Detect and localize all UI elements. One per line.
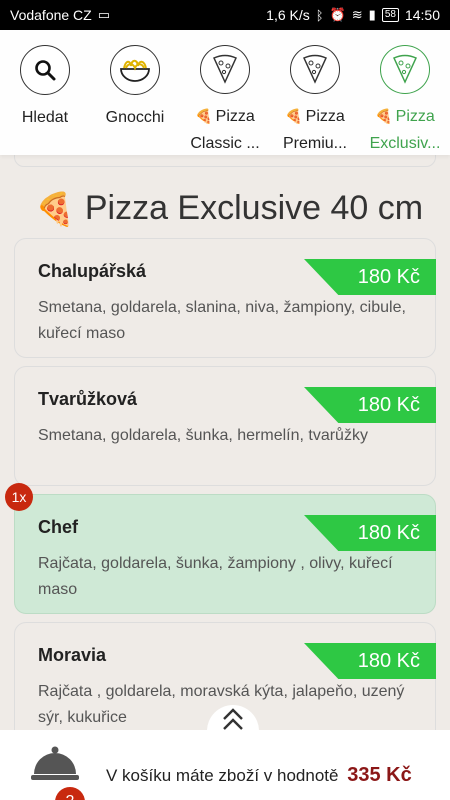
menu-list[interactable]: 🍕 Pizza Exclusive 40 cm Chalupářská 180 …	[0, 155, 450, 730]
item-description: Rajčata, goldarela, šunka, žampiony , ol…	[38, 555, 393, 598]
cart-cloche-icon	[31, 746, 79, 780]
search-icon	[20, 45, 70, 95]
category-label: 🍕 Pizza Premiu...	[282, 107, 347, 152]
quantity-badge: 1x	[5, 483, 33, 511]
pizza-emoji-icon: 🍕	[195, 107, 213, 124]
battery-level: 58	[381, 8, 399, 22]
cart-bar[interactable]: 2 V košíku máte zboží v hodnotě 335 Kč	[0, 730, 450, 800]
status-bar: Vodafone CZ ▭ 1,6 K/s ᛒ ⏰ ≋ ▮ 58 14:50	[0, 0, 450, 30]
item-price: 180 Kč	[304, 387, 436, 423]
wifi-icon: ≋	[351, 7, 363, 22]
network-speed: 1,6 K/s	[266, 7, 310, 23]
pizza-emoji-icon: 🍕	[35, 190, 75, 227]
item-name: Tvarůžková	[38, 389, 138, 409]
item-name: Chef	[38, 517, 78, 537]
category-pizza-exclusive[interactable]: 🍕 Pizza Exclusiv...	[360, 45, 450, 155]
signal-icon: ▮	[368, 7, 376, 22]
pizza-emoji-icon: 🍕	[375, 107, 393, 124]
pizza-slice-icon	[200, 45, 250, 94]
item-description: Smetana, goldarela, slanina, niva, žampi…	[38, 299, 406, 342]
cart-count-badge: 2	[55, 787, 85, 800]
alarm-icon: ⏰	[329, 7, 346, 22]
item-price: 180 Kč	[304, 259, 436, 295]
category-pizza-premium[interactable]: 🍕 Pizza Premiu...	[270, 45, 360, 155]
category-label: Hledat	[21, 109, 69, 126]
category-label: 🍕 Pizza Exclusiv...	[369, 107, 441, 152]
pizza-emoji-icon: 🍕	[285, 107, 303, 124]
category-search[interactable]: Hledat	[0, 45, 90, 155]
noodle-bowl-icon	[110, 45, 160, 95]
item-price: 180 Kč	[304, 643, 436, 679]
item-price: 180 Kč	[304, 515, 436, 551]
item-description: Smetana, goldarela, šunka, hermelín, tva…	[38, 427, 368, 444]
cart-summary: V košíku máte zboží v hodnotě 335 Kč	[106, 764, 412, 787]
category-pizza-classic[interactable]: 🍕 Pizza Classic ...	[180, 45, 270, 155]
menu-item-card[interactable]: Tvarůžková 180 Kč Smetana, goldarela, šu…	[14, 366, 436, 486]
menu-item-card[interactable]: Chalupářská 180 Kč Smetana, goldarela, s…	[14, 238, 436, 358]
category-label: Gnocchi	[105, 109, 165, 126]
category-gnocchi[interactable]: Gnocchi	[90, 45, 180, 155]
cart-total: 335 Kč	[347, 764, 412, 786]
cart-text: V košíku máte zboží v hodnotě	[106, 766, 339, 785]
screen-icon: ▭	[97, 7, 111, 22]
menu-item-card[interactable]: Chef 180 Kč Rajčata, goldarela, šunka, ž…	[14, 494, 436, 614]
double-chevron-up-icon	[223, 708, 243, 730]
item-name: Chalupářská	[38, 261, 147, 281]
clock: 14:50	[404, 7, 440, 23]
carrier-label: Vodafone CZ	[10, 7, 92, 23]
section-heading: 🍕 Pizza Exclusive 40 cm	[35, 189, 423, 228]
pizza-slice-icon	[290, 45, 340, 94]
previous-card	[14, 155, 436, 167]
category-nav: Hledat Gnocchi 🍕 Pizza Classic ... 🍕 Pizza P…	[0, 30, 450, 155]
category-label: 🍕 Pizza Classic ...	[190, 107, 260, 152]
pizza-slice-icon	[380, 45, 430, 94]
section-title: Pizza Exclusive 40 cm	[84, 189, 424, 227]
item-name: Moravia	[38, 645, 107, 665]
bluetooth-icon: ᛒ	[315, 7, 324, 23]
